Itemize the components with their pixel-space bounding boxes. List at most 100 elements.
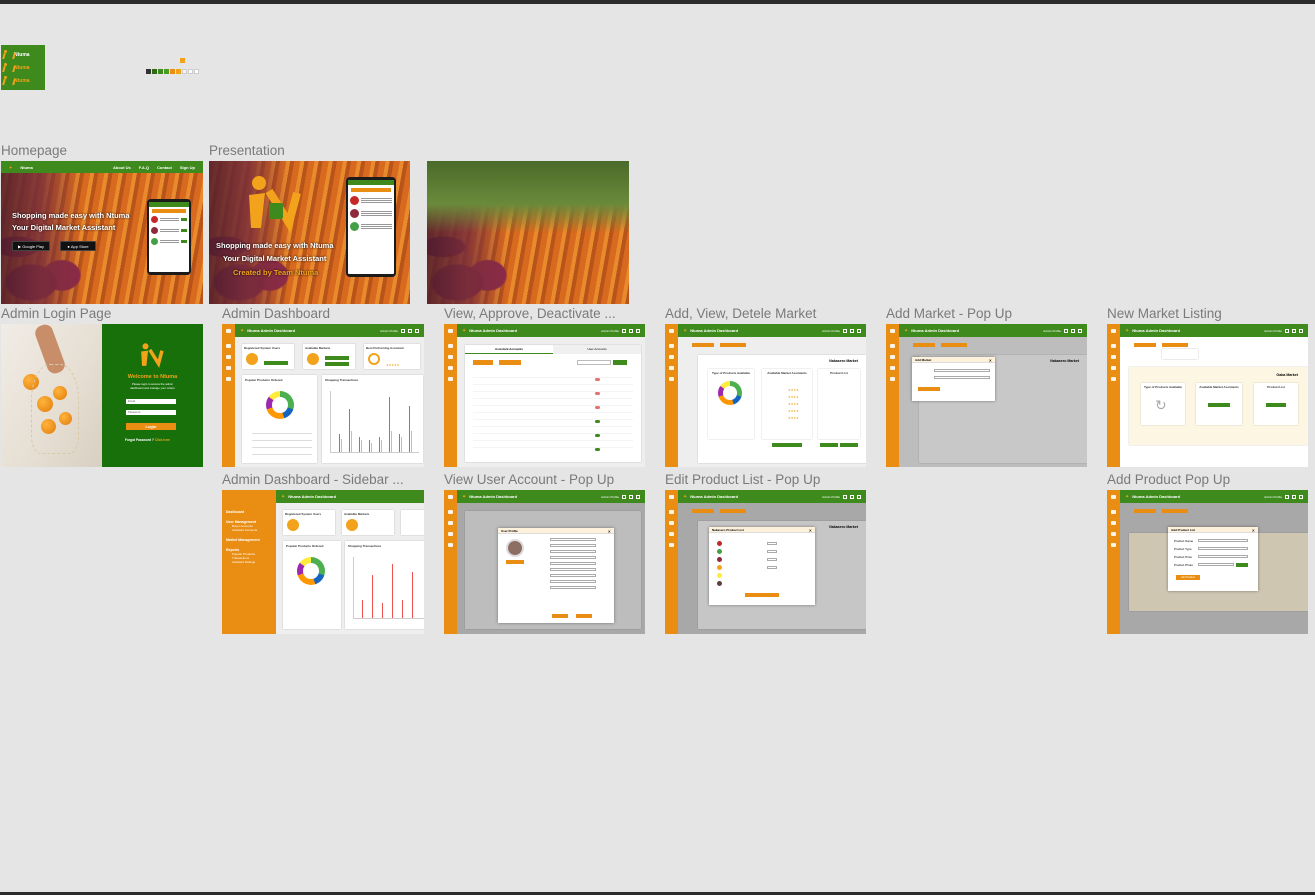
price-field[interactable]	[767, 550, 777, 553]
update-list-button[interactable]	[745, 593, 779, 597]
add-market-button[interactable]	[1134, 509, 1156, 513]
sidebar-collapsed[interactable]	[444, 324, 457, 467]
chart-popular-products[interactable]: Popular Products Ordered	[242, 375, 317, 463]
admin-profile-link[interactable]: Admin Profile	[1264, 495, 1282, 499]
profile-field[interactable]	[550, 586, 596, 589]
settings-icon[interactable]	[1071, 328, 1075, 333]
frame-add-market-popup[interactable]: ✦ Ntuma Admin Dashboard Admin Profile Naka…	[886, 324, 1087, 467]
upload-button[interactable]	[1236, 563, 1248, 567]
frame-new-market-listing[interactable]: ✦ Ntuma Admin Dashboard Admin Profile Gaba…	[1107, 324, 1308, 467]
tab-user-accounts[interactable]: User Accounts	[553, 345, 641, 354]
logout-icon[interactable]	[636, 494, 640, 499]
product-name-field[interactable]	[1198, 539, 1248, 542]
close-icon[interactable]: ✕	[989, 358, 992, 363]
admin-profile-link[interactable]: Admin Profile	[601, 329, 619, 333]
price-field[interactable]	[767, 542, 777, 545]
frame-label-homepage[interactable]: Homepage	[1, 143, 201, 158]
profile-field[interactable]	[550, 574, 596, 577]
profile-field[interactable]	[550, 538, 596, 541]
product-type-field[interactable]	[1198, 547, 1248, 550]
logout-icon[interactable]	[1078, 328, 1082, 333]
frame-label-admin-dashboard[interactable]: Admin Dashboard	[222, 306, 422, 321]
google-play-button[interactable]: ▶ Google Play	[12, 241, 50, 251]
profile-icon[interactable]	[843, 494, 847, 499]
delete-market-button[interactable]	[941, 343, 967, 347]
nav-about[interactable]: About Us	[113, 165, 131, 170]
close-icon[interactable]: ✕	[1252, 528, 1255, 533]
market-dropdown[interactable]	[1162, 349, 1198, 359]
filter-button[interactable]	[473, 360, 493, 365]
settings-icon[interactable]	[629, 328, 633, 333]
nav-faq[interactable]: F.A.Q	[139, 165, 149, 170]
toggle[interactable]	[595, 392, 600, 395]
chart-shopping-transactions[interactable]: Shopping Transactions	[322, 375, 423, 463]
click-here-link[interactable]: Click here	[155, 438, 170, 442]
admin-profile-link[interactable]: Admin Profile	[1043, 329, 1061, 333]
price-field[interactable]	[767, 558, 777, 561]
settings-icon[interactable]	[850, 328, 854, 333]
login-button[interactable]: Login	[126, 423, 176, 430]
stat-card-users[interactable]: Registered System Users	[283, 510, 335, 535]
sidebar-collapsed[interactable]	[1107, 490, 1120, 634]
profile-field[interactable]	[550, 562, 596, 565]
nav-signup[interactable]: Sign Up	[180, 165, 195, 170]
add-assistants-button[interactable]	[1208, 403, 1230, 407]
search-button[interactable]	[613, 360, 627, 365]
logout-icon[interactable]	[1299, 494, 1303, 499]
stat-card-users[interactable]: Registered System Users	[242, 344, 294, 369]
toggle[interactable]	[595, 378, 600, 381]
profile-field[interactable]	[550, 556, 596, 559]
save-button[interactable]	[552, 614, 568, 618]
add-market-button[interactable]	[1134, 343, 1156, 347]
frame-label-presentation[interactable]: Presentation	[209, 143, 409, 158]
delete-market-button[interactable]	[720, 343, 746, 347]
sidebar-collapsed[interactable]	[665, 324, 678, 467]
change-photo-button[interactable]	[506, 560, 524, 564]
profile-field[interactable]	[550, 580, 596, 583]
delete-market-button[interactable]	[1162, 343, 1188, 347]
toggle[interactable]	[595, 434, 600, 437]
app-store-button[interactable]: ● App Store	[60, 241, 96, 251]
logout-icon[interactable]	[636, 328, 640, 333]
filter-button[interactable]	[499, 360, 521, 365]
color-palette[interactable]	[146, 58, 206, 78]
frame-label-view-approve[interactable]: View, Approve, Deactivate ...	[444, 306, 634, 321]
logo-variants-card[interactable]: Ntuma Ntuma Ntuma	[1, 45, 45, 90]
logout-icon[interactable]	[415, 328, 419, 333]
profile-icon[interactable]	[843, 328, 847, 333]
sidebar-collapsed[interactable]	[665, 490, 678, 634]
frame-label-new-market[interactable]: New Market Listing	[1107, 306, 1307, 321]
search-input[interactable]	[577, 360, 611, 365]
delete-market-button[interactable]	[1162, 509, 1188, 513]
profile-icon[interactable]	[1285, 494, 1289, 499]
view-assistants-button[interactable]	[772, 443, 802, 447]
profile-field[interactable]	[550, 550, 596, 553]
stat-card-best-assistant[interactable]: Best Performing Assistant ★★★★★	[364, 344, 420, 369]
logout-icon[interactable]	[857, 328, 861, 333]
refresh-icon[interactable]: ↻	[1155, 397, 1167, 414]
frame-homepage[interactable]: ✦ Ntuma About Us F.A.Q Contact Sign Up S…	[1, 161, 203, 304]
frame-view-user-popup[interactable]: ✦ Ntuma Admin Dashboard Admin Profile User…	[444, 490, 645, 634]
add-market-submit[interactable]	[918, 387, 940, 391]
settings-icon[interactable]	[850, 494, 854, 499]
profile-icon[interactable]	[1064, 328, 1068, 333]
deactivate-button[interactable]	[576, 614, 592, 618]
admin-profile-link[interactable]: Admin Profile	[380, 329, 398, 333]
sidebar-collapsed[interactable]	[1107, 324, 1120, 467]
toggle[interactable]	[595, 406, 600, 409]
toggle[interactable]	[595, 420, 600, 423]
add-product-button[interactable]	[840, 443, 858, 447]
nav-brand[interactable]: Ntuma	[20, 165, 32, 170]
frame-view-approve[interactable]: ✦ Ntuma Admin Dashboard Admin Profile Assi…	[444, 324, 645, 467]
frame-label-admin-login[interactable]: Admin Login Page	[1, 306, 201, 321]
password-input[interactable]: Password	[126, 410, 176, 415]
admin-profile-link[interactable]: Admin Profile	[1264, 329, 1282, 333]
add-market-button[interactable]	[692, 509, 714, 513]
frame-label-add-product[interactable]: Add Product Pop Up	[1107, 472, 1307, 487]
toggle[interactable]	[595, 448, 600, 451]
product-price-field[interactable]	[1198, 555, 1248, 558]
settings-icon[interactable]	[408, 328, 412, 333]
add-product-submit[interactable]: Add Product	[1176, 575, 1200, 580]
chart-shopping-transactions[interactable]: Shopping Transactions	[345, 541, 424, 629]
chart-popular-products[interactable]: Popular Products Ordered	[283, 541, 341, 629]
